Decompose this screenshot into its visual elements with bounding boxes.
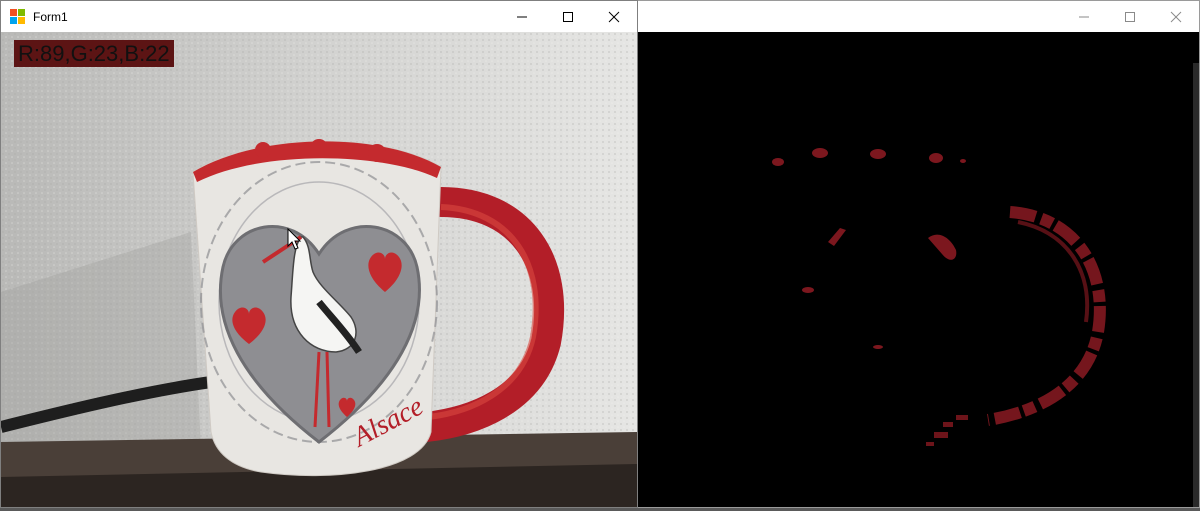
camera-picturebox[interactable]: Alsace R:89,G:23,B:22 [1,32,637,507]
close-icon [1170,11,1182,22]
maximize-button[interactable] [545,1,591,32]
close-button[interactable] [591,1,637,32]
form1-window: Form1 Alsace R:89,G:23,B:22 [0,0,638,508]
close-icon [608,11,620,22]
mask-picturebox[interactable] [638,32,1199,507]
minimize-icon [1079,16,1089,17]
maximize-icon [1125,11,1135,22]
title-bar[interactable] [638,1,1199,32]
camera-image [1,32,637,507]
mask-window [638,0,1200,508]
minimize-button[interactable] [499,1,545,32]
window-edge [1193,63,1199,507]
minimize-button[interactable] [1061,1,1107,32]
red-mask-image [638,32,1199,507]
rgb-readout: R:89,G:23,B:22 [14,40,174,67]
window-title: Form1 [33,9,68,24]
maximize-button[interactable] [1107,1,1153,32]
close-button[interactable] [1153,1,1199,32]
maximize-icon [563,11,573,22]
title-bar[interactable]: Form1 [1,1,637,32]
winforms-app-icon [10,8,26,25]
minimize-icon [517,16,527,17]
